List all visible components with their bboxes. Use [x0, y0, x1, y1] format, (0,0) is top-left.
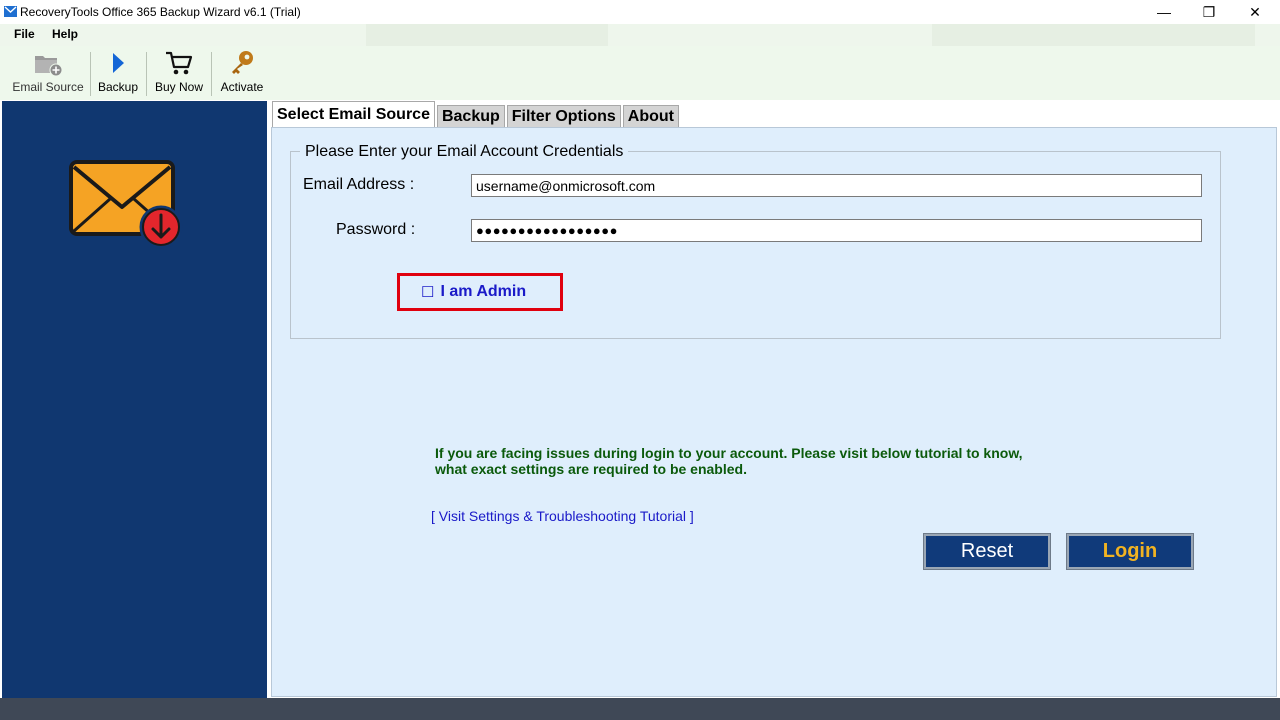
- tab-backup[interactable]: Backup: [436, 105, 505, 127]
- credentials-legend: Please Enter your Email Account Credenti…: [300, 143, 629, 161]
- backup-button[interactable]: Backup: [96, 46, 140, 100]
- admin-checkbox-label[interactable]: I am Admin: [440, 283, 526, 301]
- toolbar: Email Source Backup Buy Now Activate: [0, 46, 1280, 100]
- tab-about[interactable]: About: [622, 105, 679, 127]
- reset-button[interactable]: Reset: [923, 533, 1051, 570]
- title-bar: RecoveryTools Office 365 Backup Wizard v…: [0, 0, 1280, 24]
- minimize-button[interactable]: —: [1141, 0, 1187, 24]
- key-icon: [228, 46, 256, 80]
- credentials-group: Please Enter your Email Account Credenti…: [290, 143, 1221, 339]
- activate-button[interactable]: Activate: [216, 46, 268, 100]
- buy-now-label: Buy Now: [154, 80, 204, 94]
- tab-content: Please Enter your Email Account Credenti…: [271, 127, 1277, 697]
- admin-highlight: ☐ I am Admin: [397, 273, 563, 311]
- window-title: RecoveryTools Office 365 Backup Wizard v…: [20, 5, 301, 19]
- app-logo-icon: [4, 6, 17, 17]
- main-area: Select Email Source Backup Filter Option…: [268, 101, 1280, 698]
- left-panel: [2, 101, 267, 698]
- tab-select-email-source[interactable]: Select Email Source: [272, 101, 435, 127]
- close-button[interactable]: ✕: [1232, 0, 1278, 24]
- toolbar-separator: [90, 52, 91, 96]
- menu-help[interactable]: Help: [52, 27, 78, 41]
- troubleshooting-tutorial-link[interactable]: [ Visit Settings & Troubleshooting Tutor…: [431, 508, 694, 524]
- toolbar-separator: [211, 52, 212, 96]
- password-field[interactable]: ●●●●●●●●●●●●●●●●●: [471, 219, 1202, 242]
- login-button[interactable]: Login: [1066, 533, 1194, 570]
- toolbar-separator: [146, 52, 147, 96]
- tab-bar: Select Email Source Backup Filter Option…: [272, 101, 681, 127]
- menu-file[interactable]: File: [14, 27, 35, 41]
- envelope-download-icon: [69, 160, 183, 249]
- admin-checkbox[interactable]: ☐: [421, 283, 434, 301]
- menu-bar: File Help: [0, 24, 1280, 46]
- password-label: Password :: [336, 221, 416, 238]
- email-source-label: Email Source: [12, 80, 84, 94]
- play-arrow-icon: [110, 46, 126, 80]
- folder-add-icon: [32, 46, 64, 80]
- backup-label: Backup: [97, 80, 139, 94]
- email-address-field[interactable]: username@onmicrosoft.com: [471, 174, 1202, 197]
- buy-now-button[interactable]: Buy Now: [152, 46, 206, 100]
- tab-filter-options[interactable]: Filter Options: [506, 105, 621, 127]
- cart-icon: [164, 46, 194, 80]
- activate-label: Activate: [220, 80, 264, 94]
- email-address-label: Email Address :: [303, 176, 415, 193]
- email-source-button[interactable]: Email Source: [10, 46, 86, 100]
- maximize-button[interactable]: ❐: [1186, 0, 1232, 24]
- status-bar: [0, 698, 1280, 720]
- login-help-text: If you are facing issues during login to…: [435, 445, 1023, 477]
